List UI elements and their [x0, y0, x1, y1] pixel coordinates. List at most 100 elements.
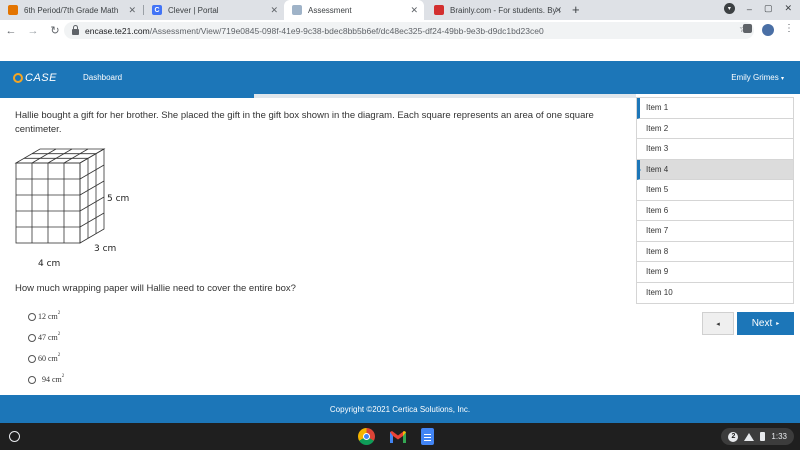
new-tab-button[interactable]: + [572, 2, 580, 17]
depth-label: 3 cm [94, 244, 116, 254]
lock-icon[interactable] [72, 24, 79, 35]
tab-title: Brainly.com - For students. By st [450, 5, 560, 15]
puzzle-icon[interactable] [743, 24, 752, 33]
box-diagram: 5 cm 3 cm 4 cm [14, 148, 129, 269]
exponent: 2 [57, 332, 61, 338]
user-menu[interactable]: Emily Grimes ▾ [731, 73, 784, 82]
encase-logo[interactable]: CASE [13, 72, 57, 84]
item-nav-7[interactable]: Item 7 [637, 221, 793, 242]
previous-button[interactable]: ◂ [702, 312, 734, 335]
minimize-icon[interactable]: – [747, 4, 752, 14]
tab-search-icon[interactable]: ▾ [723, 3, 735, 14]
choice-a[interactable]: 12 cm2 [28, 306, 64, 327]
forward-icon[interactable]: → [22, 25, 44, 37]
exponent: 2 [57, 311, 61, 317]
status-tray[interactable]: 2 1:33 [721, 428, 794, 445]
url-host: encase.te21.com [85, 25, 150, 36]
choice-text: 94 cm [42, 375, 62, 384]
battery-icon [760, 432, 766, 441]
tab-title: 6th Period/7th Grade Math [24, 5, 119, 15]
question-text: Hallie bought a gift for her brother. Sh… [15, 110, 594, 135]
wifi-icon [744, 432, 755, 441]
launcher-icon[interactable] [9, 431, 20, 442]
item-label: Item 4 [646, 164, 669, 174]
item-nav-9[interactable]: Item 9 [637, 262, 793, 283]
close-tab-icon[interactable]: ✕ [128, 5, 136, 15]
item-label: Item 10 [646, 288, 673, 298]
tab-clever[interactable]: C Clever | Portal ✕ [144, 0, 284, 20]
notification-badge: 2 [728, 431, 739, 442]
user-name: Emily Grimes [731, 73, 779, 82]
tab-title: Assessment [308, 5, 352, 15]
address-bar[interactable]: encase.te21.com/Assessment/View/719e0845… [64, 22, 754, 39]
item-label: Item 9 [646, 267, 669, 277]
docs-icon[interactable] [421, 428, 434, 445]
browser-toolbar: ← → ↻ encase.te21.com/Assessment/View/71… [0, 20, 800, 41]
url-path: /Assessment/View/719e0845-098f-41e9-9c38… [149, 25, 544, 36]
tab-strip: 6th Period/7th Grade Math ✕ C Clever | P… [0, 0, 800, 20]
choice-b[interactable]: 47 cm2 [28, 327, 64, 348]
logo-text: CASE [25, 71, 57, 84]
question-prompt: How much wrapping paper will Hallie need… [15, 283, 296, 294]
radio-button[interactable] [28, 375, 36, 384]
choice-c[interactable]: 60 cm2 [28, 348, 64, 369]
page-footer: Copyright ©2021 Certica Solutions, Inc. [0, 395, 800, 423]
exponent: 2 [57, 353, 61, 359]
item-label: Item 8 [646, 246, 669, 256]
item-nav-8[interactable]: Item 8 [637, 241, 793, 262]
choice-text: 12 cm [38, 312, 58, 321]
tab-title: Clever | Portal [168, 5, 219, 15]
close-tab-icon[interactable]: ✕ [270, 5, 278, 15]
width-label: 4 cm [38, 259, 60, 269]
choice-d[interactable]: 94 cm2 [28, 369, 64, 390]
radio-button[interactable] [28, 333, 36, 342]
tab-math[interactable]: 6th Period/7th Grade Math ✕ [0, 0, 142, 20]
exponent: 2 [61, 374, 65, 380]
item-nav-5[interactable]: Item 5 [637, 180, 793, 201]
menu-icon[interactable]: ⋮ [784, 24, 794, 36]
chrome-icon[interactable] [358, 428, 375, 445]
profile-avatar[interactable] [762, 24, 774, 36]
item-nav-1[interactable]: Item 1 [637, 98, 793, 119]
item-nav-10[interactable]: Item 10 [637, 282, 793, 303]
close-tab-icon[interactable]: ✕ [554, 5, 562, 15]
choice-text: 60 cm [38, 354, 58, 363]
app-header: CASE Dashboard Emily Grimes ▾ [0, 61, 800, 94]
chevron-right-icon: ▸ [776, 321, 780, 327]
chevron-left-icon: ◂ [716, 320, 720, 328]
radio-button[interactable] [28, 354, 36, 363]
assessment-progress [0, 94, 636, 98]
item-label: Item 2 [646, 123, 669, 133]
os-shelf: 2 1:33 [0, 423, 800, 450]
item-list: Item 1 Item 2 Item 3 Item 4 Item 5 Item … [636, 97, 794, 304]
item-label: Item 6 [646, 205, 669, 215]
item-nav-2[interactable]: Item 2 [637, 118, 793, 139]
maximize-icon[interactable]: ▢ [764, 3, 773, 14]
next-label: Next [751, 318, 773, 329]
item-label: Item 7 [646, 226, 669, 236]
item-nav-6[interactable]: Item 6 [637, 200, 793, 221]
item-label: Item 1 [646, 103, 669, 113]
close-window-icon[interactable]: ✕ [784, 3, 792, 14]
tab-brainly[interactable]: Brainly.com - For students. By st ✕ [426, 0, 568, 20]
item-nav-4[interactable]: Item 4 [637, 159, 793, 180]
tab-assessment[interactable]: Assessment ✕ [284, 0, 424, 20]
gmail-icon[interactable] [389, 430, 407, 444]
clever-icon: C [152, 5, 162, 15]
height-label: 5 cm [107, 194, 129, 204]
close-tab-icon[interactable]: ✕ [410, 5, 418, 15]
choice-text: 47 cm [38, 333, 58, 342]
dashboard-link[interactable]: Dashboard [83, 73, 122, 82]
progress-fill [0, 94, 255, 98]
item-label: Item 3 [646, 144, 669, 154]
classroom-icon [8, 5, 18, 15]
copyright-text: Copyright ©2021 Certica Solutions, Inc. [329, 404, 471, 414]
next-button[interactable]: Next ▸ [737, 312, 794, 335]
item-nav-3[interactable]: Item 3 [637, 139, 793, 160]
back-icon[interactable]: ← [0, 25, 22, 37]
clock: 1:33 [771, 432, 787, 441]
radio-button[interactable] [28, 312, 36, 321]
reload-icon[interactable]: ↻ [44, 24, 66, 37]
item-label: Item 5 [646, 185, 669, 195]
answer-choices: 12 cm2 47 cm2 60 cm2 94 cm2 [28, 306, 64, 390]
